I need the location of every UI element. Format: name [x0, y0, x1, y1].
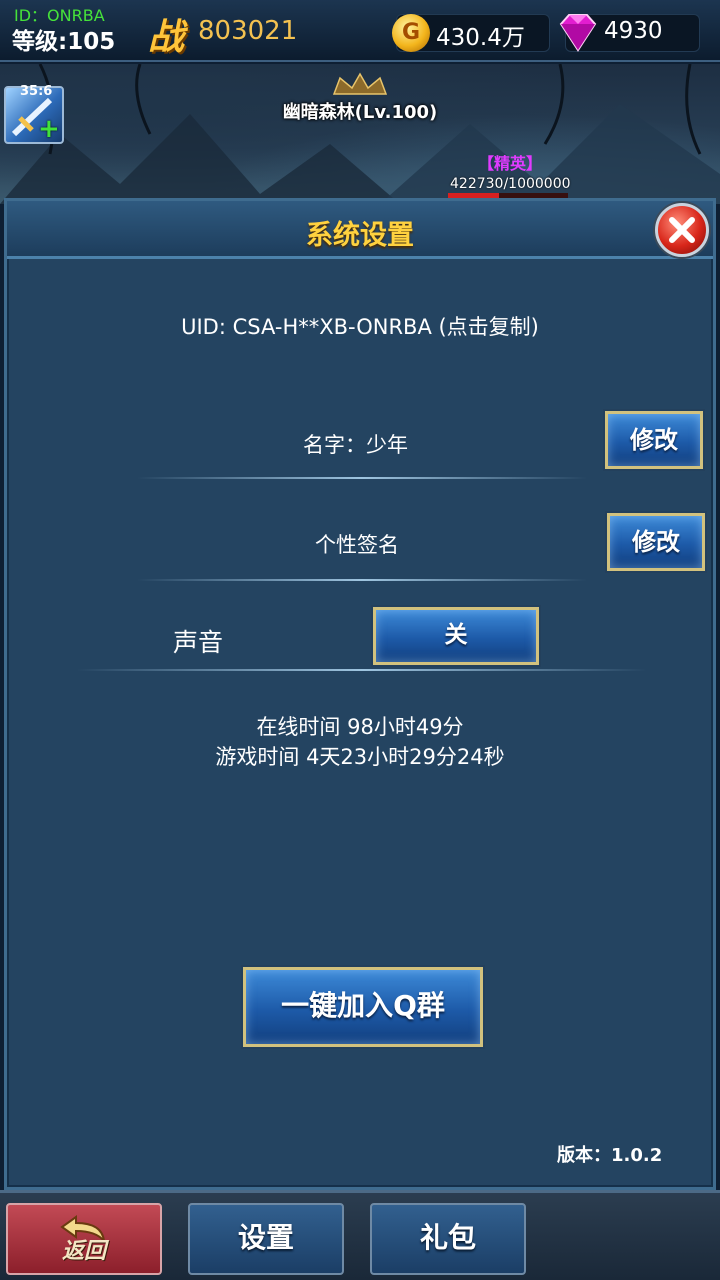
- join-qq-group-button[interactable]: 一键加入Q群: [243, 967, 483, 1047]
- divider: [77, 669, 647, 671]
- battle-scene: 35:6 + 幽暗森林(Lv.100): [0, 64, 720, 204]
- signature-label: 个性签名: [315, 533, 399, 557]
- elite-tag: 【精英】: [478, 154, 543, 173]
- gem-value: 4930: [604, 18, 663, 44]
- version-text: 版本：1.0.2: [557, 1145, 663, 1166]
- gold-value: 430.4万: [436, 25, 525, 51]
- bottom-nav-bar: 返回 设置 礼包: [0, 1190, 720, 1280]
- skill-timer: 35:6: [20, 84, 53, 99]
- gem-icon: [559, 14, 597, 52]
- player-level: 等级:105: [12, 29, 116, 55]
- edit-signature-button[interactable]: 修改: [607, 513, 705, 571]
- sound-toggle-button[interactable]: 关: [373, 607, 539, 665]
- power-value: 803021: [198, 16, 298, 46]
- skill-add-icon[interactable]: +: [38, 114, 60, 144]
- close-button[interactable]: [655, 203, 709, 257]
- boss-hp-text: 422730/1000000: [450, 176, 571, 192]
- sound-label: 声音: [173, 628, 224, 657]
- divider: [137, 579, 587, 581]
- close-icon: [669, 217, 695, 243]
- panel-header: 系统设置: [7, 201, 713, 259]
- stage-crown-icon: [332, 72, 388, 95]
- power-icon: 战: [148, 16, 185, 58]
- panel-title: 系统设置: [306, 220, 414, 251]
- nav-settings-button[interactable]: 设置: [188, 1203, 344, 1275]
- uid-copy-text[interactable]: UID: CSA-H**XB-ONRBA (点击复制): [7, 311, 713, 341]
- online-time: 在线时间 98小时49分: [256, 715, 464, 739]
- back-label: 返回: [61, 1238, 106, 1264]
- game-time: 游戏时间 4天23小时29分24秒: [215, 745, 505, 769]
- stage-title: 幽暗森林(Lv.100): [282, 102, 438, 123]
- top-status-bar: ID：ONRBA 等级:105 战 803021 G 430.4万 4930: [0, 0, 720, 62]
- settings-panel: 系统设置 UID: CSA-H**XB-ONRBA (点击复制) 名字：少年 修…: [4, 198, 716, 1190]
- divider: [137, 477, 587, 479]
- nav-gift-button[interactable]: 礼包: [370, 1203, 526, 1275]
- name-label: 名字：少年: [303, 433, 408, 457]
- gold-coin-icon: G: [392, 14, 430, 52]
- back-button[interactable]: 返回: [6, 1203, 162, 1275]
- edit-name-button[interactable]: 修改: [605, 411, 703, 469]
